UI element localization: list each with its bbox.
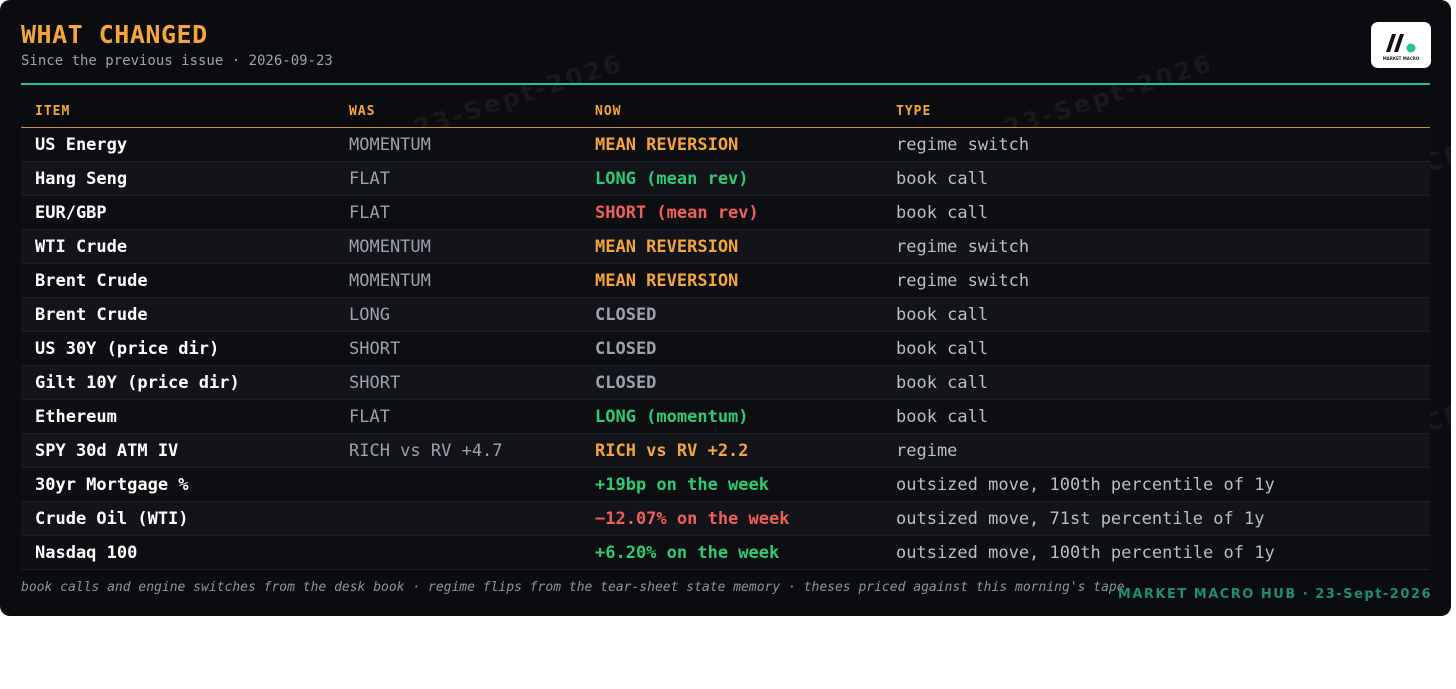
row-was-cell: RICH vs RV +4.7 bbox=[335, 433, 581, 468]
row-was-cell: SHORT bbox=[335, 365, 581, 400]
header-divider bbox=[21, 83, 1430, 85]
table-row: WTI Crude MOMENTUM MEAN REVERSION regime sw… bbox=[21, 229, 1430, 264]
logo-mark-icon bbox=[1386, 34, 1416, 53]
row-now-cell: +19bp on the week bbox=[581, 467, 882, 502]
row-was-cell: FLAT bbox=[335, 161, 581, 196]
changes-table: ITEM WAS NOW TYPE US Energy MOMENTUM MEAN … bbox=[21, 95, 1430, 570]
footer-brand: MARKET MACRO HUB · 23-Sept-2026 bbox=[1117, 587, 1432, 602]
row-item-cell: Gilt 10Y (price dir) bbox=[21, 365, 335, 400]
row-was-cell: FLAT bbox=[335, 195, 581, 230]
row-was-cell: MOMENTUM bbox=[335, 229, 581, 264]
row-item-cell: Nasdaq 100 bbox=[21, 535, 335, 570]
row-now-cell: +6.20% on the week bbox=[581, 535, 882, 570]
row-type-cell: regime switch bbox=[882, 229, 1430, 264]
footer-note: book calls and engine switches from the … bbox=[21, 580, 1125, 595]
row-type-cell: book call bbox=[882, 297, 1430, 332]
table-row: Ethereum FLAT LONG (momentum) book call bbox=[21, 399, 1430, 434]
row-item-cell: Hang Seng bbox=[21, 161, 335, 196]
page-title: WHAT CHANGED bbox=[21, 20, 208, 49]
row-was-cell bbox=[335, 501, 581, 536]
row-now-cell: LONG (momentum) bbox=[581, 399, 882, 434]
table-row: Brent Crude LONG CLOSED book call bbox=[21, 297, 1430, 332]
column-header-was: WAS bbox=[335, 95, 581, 128]
row-type-cell: book call bbox=[882, 161, 1430, 196]
row-item-cell: 30yr Mortgage % bbox=[21, 467, 335, 502]
table-row: 30yr Mortgage % +19bp on the week outsized… bbox=[21, 467, 1430, 502]
row-now-cell: RICH vs RV +2.2 bbox=[581, 433, 882, 468]
table-header: ITEM WAS NOW TYPE bbox=[21, 95, 1430, 128]
row-now-cell: MEAN REVERSION bbox=[581, 127, 882, 162]
row-was-cell bbox=[335, 467, 581, 502]
table-row: Hang Seng FLAT LONG (mean rev) book call bbox=[21, 161, 1430, 196]
row-item-cell: US Energy bbox=[21, 127, 335, 162]
table-row: Gilt 10Y (price dir) SHORT CLOSED book call bbox=[21, 365, 1430, 400]
row-now-cell: CLOSED bbox=[581, 331, 882, 366]
row-item-cell: Brent Crude bbox=[21, 297, 335, 332]
row-now-cell: MEAN REVERSION bbox=[581, 263, 882, 298]
row-type-cell: outsized move, 71st percentile of 1y bbox=[882, 501, 1430, 536]
table-row: Crude Oil (WTI) −12.07% on the week outsiz… bbox=[21, 501, 1430, 536]
column-header-type: TYPE bbox=[882, 95, 1430, 128]
row-was-cell: SHORT bbox=[335, 331, 581, 366]
row-type-cell: regime switch bbox=[882, 127, 1430, 162]
row-item-cell: Crude Oil (WTI) bbox=[21, 501, 335, 536]
brand-logo: MARKET MACRO bbox=[1371, 22, 1431, 68]
table-row: US Energy MOMENTUM MEAN REVERSION regime sw… bbox=[21, 127, 1430, 162]
row-type-cell: book call bbox=[882, 399, 1430, 434]
row-now-cell: CLOSED bbox=[581, 297, 882, 332]
page-subtitle: Since the previous issue · 2026-09-23 bbox=[21, 53, 333, 69]
row-item-cell: WTI Crude bbox=[21, 229, 335, 264]
row-item-cell: SPY 30d ATM IV bbox=[21, 433, 335, 468]
row-was-cell: FLAT bbox=[335, 399, 581, 434]
row-item-cell: Brent Crude bbox=[21, 263, 335, 298]
row-type-cell: regime bbox=[882, 433, 1430, 468]
row-was-cell: MOMENTUM bbox=[335, 127, 581, 162]
table-body: US Energy MOMENTUM MEAN REVERSION regime sw… bbox=[21, 127, 1430, 570]
row-type-cell: book call bbox=[882, 331, 1430, 366]
row-now-cell: −12.07% on the week bbox=[581, 501, 882, 536]
row-type-cell: regime switch bbox=[882, 263, 1430, 298]
table-row: SPY 30d ATM IV RICH vs RV +4.7 RICH vs RV … bbox=[21, 433, 1430, 468]
row-type-cell: book call bbox=[882, 195, 1430, 230]
table-row: US 30Y (price dir) SHORT CLOSED book call bbox=[21, 331, 1430, 366]
row-was-cell: MOMENTUM bbox=[335, 263, 581, 298]
row-now-cell: SHORT (mean rev) bbox=[581, 195, 882, 230]
row-type-cell: outsized move, 100th percentile of 1y bbox=[882, 535, 1430, 570]
row-now-cell: LONG (mean rev) bbox=[581, 161, 882, 196]
row-now-cell: CLOSED bbox=[581, 365, 882, 400]
row-item-cell: EUR/GBP bbox=[21, 195, 335, 230]
row-was-cell: LONG bbox=[335, 297, 581, 332]
column-header-now: NOW bbox=[581, 95, 882, 128]
table-row: Nasdaq 100 +6.20% on the week outsized mov… bbox=[21, 535, 1430, 570]
row-item-cell: US 30Y (price dir) bbox=[21, 331, 335, 366]
row-type-cell: book call bbox=[882, 365, 1430, 400]
row-type-cell: outsized move, 100th percentile of 1y bbox=[882, 467, 1430, 502]
logo-text: MARKET MACRO bbox=[1382, 56, 1420, 61]
what-changed-panel: MARKET MACRO HUB · 23-Sept-2026 MARKET M… bbox=[0, 0, 1451, 616]
row-was-cell bbox=[335, 535, 581, 570]
row-now-cell: MEAN REVERSION bbox=[581, 229, 882, 264]
table-row: Brent Crude MOMENTUM MEAN REVERSION regime … bbox=[21, 263, 1430, 298]
column-header-item: ITEM bbox=[21, 95, 335, 128]
table-row: EUR/GBP FLAT SHORT (mean rev) book call bbox=[21, 195, 1430, 230]
row-item-cell: Ethereum bbox=[21, 399, 335, 434]
